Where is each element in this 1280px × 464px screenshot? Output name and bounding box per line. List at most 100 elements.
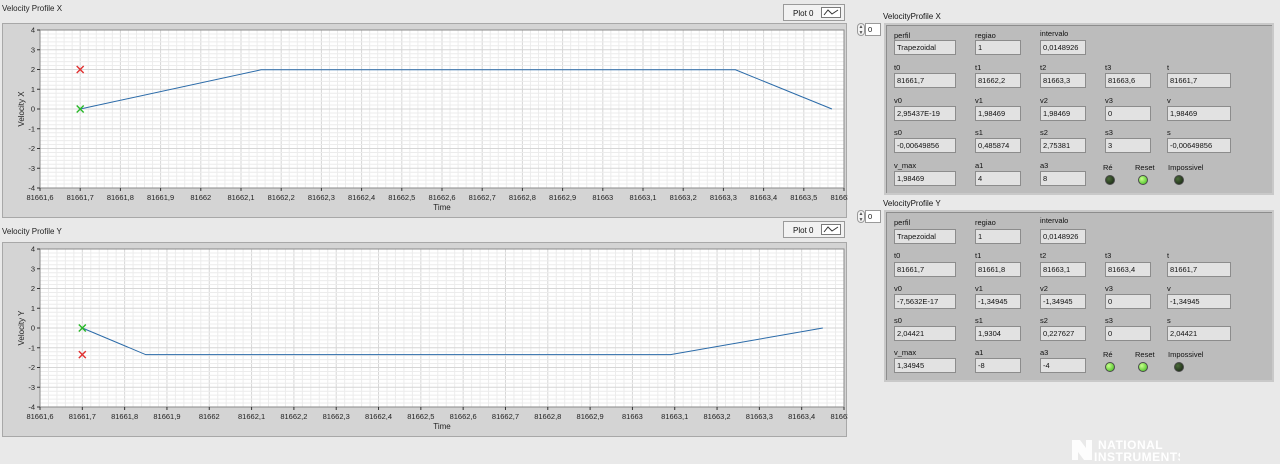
stepper-arrows-icon[interactable]: ▲ ▼: [857, 210, 865, 223]
impossivel-led-indicator: [1174, 362, 1184, 372]
y-tick-label: -4: [28, 184, 35, 193]
t2-value[interactable]: 81663,3: [1040, 73, 1086, 88]
v2-value[interactable]: -1,34945: [1040, 294, 1086, 309]
t2-label: t2: [1040, 251, 1047, 260]
graph-title: Velocity Profile Y: [2, 227, 62, 236]
vmax-value[interactable]: 1,98469: [894, 171, 956, 186]
x-tick-label: 81661,7: [67, 193, 94, 202]
t0-value[interactable]: 81661,7: [894, 73, 956, 88]
x-tick-label: 81662,7: [469, 193, 496, 202]
s3-value[interactable]: 0: [1105, 326, 1151, 341]
regiao-label: regiao: [975, 31, 996, 40]
plot-legend-label: Plot 0: [793, 9, 814, 18]
y-tick-label: -4: [28, 403, 35, 412]
reset-label: Reset: [1135, 163, 1155, 172]
v3-value[interactable]: 0: [1105, 106, 1151, 121]
s-value[interactable]: 2,04421: [1167, 326, 1231, 341]
y-axis-label: Velocity X: [17, 91, 26, 127]
s0-value[interactable]: -0,00649856: [894, 138, 956, 153]
regiao-value[interactable]: 1: [975, 40, 1021, 55]
velocity-x-chart[interactable]: 4 3 2 1 0 -1 -2 -3 -481661,6 81661,7 81661,8 81661,…: [0, 23, 848, 218]
plot-legend[interactable]: Plot 0: [783, 4, 845, 21]
s2-value[interactable]: 2,75381: [1040, 138, 1086, 153]
velocity-profile-x-cluster: perfil Trapezoidal regiao 1 intervalo 0,…: [884, 23, 1274, 195]
s3-label: s3: [1105, 128, 1113, 137]
x-tick-label: 81662,3: [323, 412, 350, 421]
v-value[interactable]: -1,34945: [1167, 294, 1231, 309]
x-tick-label: 81662,8: [534, 412, 561, 421]
impossivel-label: Impossivel: [1168, 350, 1204, 359]
x-tick-label: 81661,6: [26, 412, 53, 421]
impossivel-led-indicator: [1174, 175, 1184, 185]
regiao-label: regiao: [975, 218, 996, 227]
t3-value[interactable]: 81663,6: [1105, 73, 1151, 88]
plot-legend[interactable]: Plot 0: [783, 221, 845, 238]
a1-value[interactable]: -8: [975, 358, 1021, 373]
plot-line-icon[interactable]: [821, 224, 841, 235]
array-index-value[interactable]: 0: [865, 210, 881, 223]
v-value[interactable]: 1,98469: [1167, 106, 1231, 121]
y-tick-label: 3: [31, 45, 35, 54]
v3-value[interactable]: 0: [1105, 294, 1151, 309]
v1-value[interactable]: -1,34945: [975, 294, 1021, 309]
a1-value[interactable]: 4: [975, 171, 1021, 186]
t0-value[interactable]: 81661,7: [894, 262, 956, 277]
x-tick-label: 81663,6: [830, 193, 848, 202]
intervalo-value[interactable]: 0,0148926: [1040, 229, 1086, 244]
reset-led-indicator: [1138, 362, 1148, 372]
v0-label: v0: [894, 284, 902, 293]
a3-value[interactable]: -4: [1040, 358, 1086, 373]
a3-value[interactable]: 8: [1040, 171, 1086, 186]
y-tick-label: -2: [28, 363, 35, 372]
t2-value[interactable]: 81663,1: [1040, 262, 1086, 277]
v2-value[interactable]: 1,98469: [1040, 106, 1086, 121]
x-tick-label: 81661,7: [69, 412, 96, 421]
t-value[interactable]: 81661,7: [1167, 73, 1231, 88]
v3-label: v3: [1105, 96, 1113, 105]
array-index-value[interactable]: 0: [865, 23, 881, 36]
t1-value[interactable]: 81662,2: [975, 73, 1021, 88]
array-index-stepper-y[interactable]: ▲ ▼ 0: [857, 210, 881, 223]
x-tick-label: 81661,9: [147, 193, 174, 202]
t1-label: t1: [975, 251, 982, 260]
t3-label: t3: [1105, 251, 1112, 260]
s3-value[interactable]: 3: [1105, 138, 1151, 153]
perfil-value[interactable]: Trapezoidal: [894, 40, 956, 55]
x-tick-label: 81663,5: [830, 412, 848, 421]
s2-value[interactable]: 0,227627: [1040, 326, 1086, 341]
perfil-value[interactable]: Trapezoidal: [894, 229, 956, 244]
v1-value[interactable]: 1,98469: [975, 106, 1021, 121]
intervalo-value[interactable]: 0,0148926: [1040, 40, 1086, 55]
t1-value[interactable]: 81661,8: [975, 262, 1021, 277]
t1-label: t1: [975, 63, 982, 72]
s1-value[interactable]: 0,485874: [975, 138, 1021, 153]
s-value[interactable]: -0,00649856: [1167, 138, 1231, 153]
impossivel-label: Impossivel: [1168, 163, 1204, 172]
v0-value[interactable]: 2,95437E-19: [894, 106, 956, 121]
s0-label: s0: [894, 316, 902, 325]
x-tick-label: 81662,1: [227, 193, 254, 202]
s0-value[interactable]: 2,04421: [894, 326, 956, 341]
array-index-stepper-x[interactable]: ▲ ▼ 0: [857, 23, 881, 36]
s0-label: s0: [894, 128, 902, 137]
s1-value[interactable]: 1,9304: [975, 326, 1021, 341]
s1-label: s1: [975, 128, 983, 137]
a3-label: a3: [1040, 348, 1049, 357]
x-tick-label: 81662,4: [365, 412, 392, 421]
velocity-y-chart[interactable]: 4 3 2 1 0 -1 -2 -3 -481661,6 81661,7 81661,8 81661,…: [0, 242, 848, 437]
re-label: Ré: [1103, 350, 1113, 359]
plot-line-icon[interactable]: [821, 7, 841, 18]
perfil-label: perfil: [894, 218, 911, 227]
t3-value[interactable]: 81663,4: [1105, 262, 1151, 277]
x-tick-label: 81662,2: [280, 412, 307, 421]
x-tick-label: 81663,3: [746, 412, 773, 421]
t-value[interactable]: 81661,7: [1167, 262, 1231, 277]
y-tick-label: -2: [28, 144, 35, 153]
vmax-value[interactable]: 1,34945: [894, 358, 956, 373]
v0-value[interactable]: -7,5632E-17: [894, 294, 956, 309]
velocity-profile-x-graph: Velocity Profile X Plot 0 4 3 2 1 0 -1 -2 -3 -4 8…: [0, 2, 848, 218]
stepper-arrows-icon[interactable]: ▲ ▼: [857, 23, 865, 36]
x-tick-label: 81662,6: [450, 412, 477, 421]
re-label: Ré: [1103, 163, 1113, 172]
regiao-value[interactable]: 1: [975, 229, 1021, 244]
